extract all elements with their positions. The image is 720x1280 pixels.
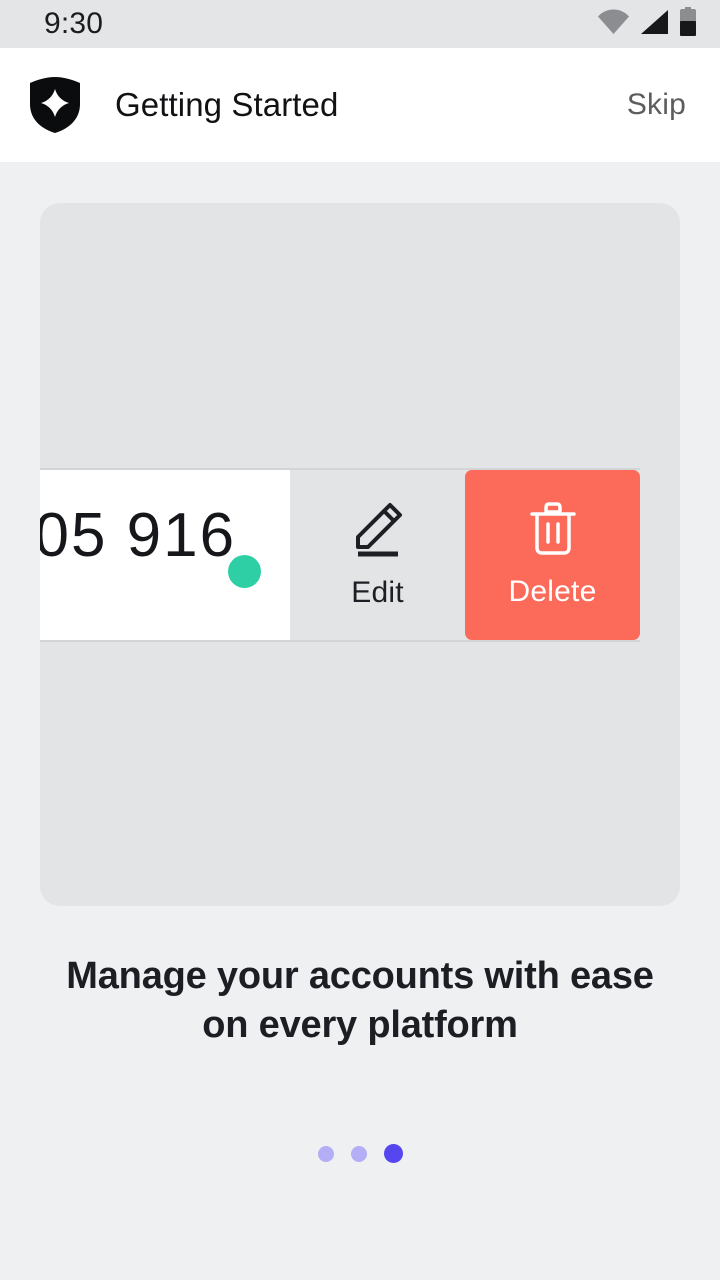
- status-bar-clock: 9:30: [44, 7, 104, 40]
- onboarding-headline: Manage your accounts with ease on every …: [66, 955, 654, 1046]
- wifi-icon: [597, 9, 630, 40]
- delete-action-label: Delete: [508, 574, 597, 608]
- edit-action-label: Edit: [351, 575, 404, 609]
- edit-action-button[interactable]: Edit: [290, 470, 465, 640]
- swipe-revealed-row: 305 916 Edit: [40, 468, 640, 642]
- pencil-icon: [349, 501, 407, 562]
- delete-action-button[interactable]: Delete: [465, 470, 640, 640]
- onboarding-content: 305 916 Edit: [0, 162, 720, 1280]
- otp-code-text: 305 916: [40, 501, 237, 570]
- account-row-face[interactable]: 305 916: [40, 470, 290, 640]
- page-indicator-dot-1[interactable]: [317, 1145, 334, 1162]
- battery-icon: [678, 6, 698, 42]
- illustration-card: 305 916 Edit: [40, 203, 680, 906]
- status-bar: 9:30: [0, 0, 720, 48]
- skip-button[interactable]: Skip: [623, 82, 690, 128]
- status-bar-icons: [597, 6, 698, 42]
- app-bar: Getting Started Skip: [0, 48, 720, 162]
- app-screen: 9:30 Getting Started Skip 05 916 Edit De…: [0, 0, 720, 1280]
- shield-logo-icon: [28, 76, 82, 134]
- status-dot-indicator: [228, 555, 261, 588]
- cellular-signal-icon: [639, 9, 669, 40]
- page-indicator: [0, 1144, 720, 1163]
- page-indicator-dot-3[interactable]: [383, 1144, 403, 1163]
- trash-icon: [528, 501, 578, 561]
- page-title: Getting Started: [115, 86, 339, 123]
- page-indicator-dot-2[interactable]: [350, 1145, 367, 1162]
